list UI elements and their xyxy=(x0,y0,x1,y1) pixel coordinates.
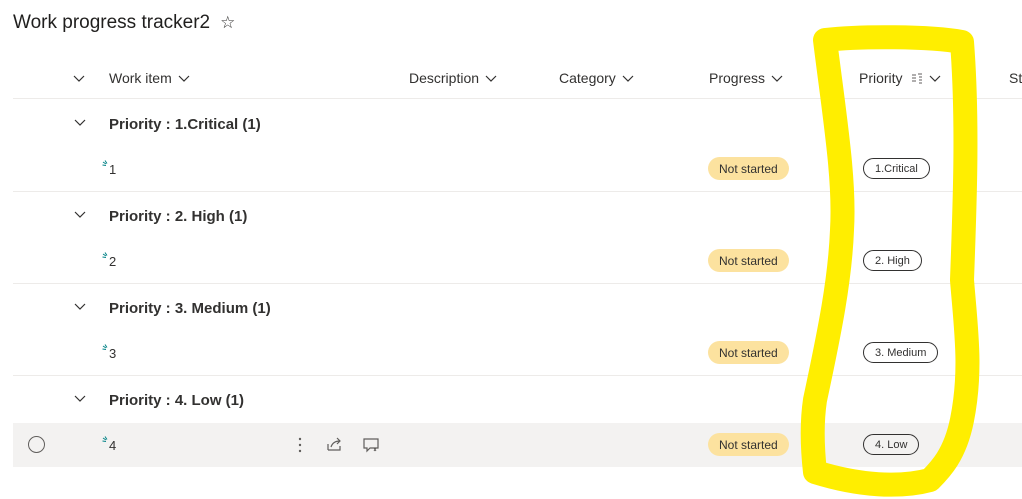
priority-badge: 4. Low xyxy=(863,434,920,455)
group-header-low: Priority : 4. Low (1) xyxy=(13,377,1022,423)
progress-badge: Not started xyxy=(708,433,789,456)
priority-badge: 1.Critical xyxy=(863,158,930,179)
group-by-icon xyxy=(911,72,923,84)
select-all-chevron-icon[interactable] xyxy=(73,60,85,96)
chevron-down-icon xyxy=(178,72,190,84)
priority-badge: 3. Medium xyxy=(863,342,939,363)
collapse-chevron-icon[interactable] xyxy=(73,115,87,129)
work-item-title[interactable]: 2 xyxy=(109,239,116,283)
column-header-label: Priority xyxy=(859,70,903,86)
column-header-row: Work item Description Category Progress … xyxy=(13,60,1022,99)
more-options-icon[interactable] xyxy=(290,435,310,455)
group-title: Priority : 3. Medium (1) xyxy=(109,299,271,317)
progress-badge: Not started xyxy=(708,341,789,364)
group-title: Priority : 1.Critical (1) xyxy=(109,115,261,133)
group-title: Priority : 2. High (1) xyxy=(109,207,248,225)
column-header-label: Progress xyxy=(709,70,766,86)
column-header-progress[interactable]: Progress xyxy=(709,60,783,96)
table-row[interactable]: 3 Not started 3. Medium xyxy=(13,331,1022,376)
column-header-description[interactable]: Description xyxy=(409,60,497,96)
chevron-down-icon xyxy=(485,72,497,84)
column-header-status[interactable]: St xyxy=(1009,60,1022,96)
group-header-medium: Priority : 3. Medium (1) xyxy=(13,285,1022,331)
column-header-priority[interactable]: Priority xyxy=(859,60,941,96)
priority-badge: 2. High xyxy=(863,250,922,271)
work-item-title[interactable]: 1 xyxy=(109,147,116,191)
table-row[interactable]: 2 Not started 2. High xyxy=(13,239,1022,284)
progress-badge: Not started xyxy=(708,249,789,272)
row-select-radio[interactable] xyxy=(28,436,45,453)
collapse-chevron-icon[interactable] xyxy=(73,299,87,313)
comment-icon[interactable] xyxy=(361,435,381,455)
group-header-critical: Priority : 1.Critical (1) xyxy=(13,101,1022,147)
collapse-chevron-icon[interactable] xyxy=(73,207,87,221)
collapse-chevron-icon[interactable] xyxy=(73,391,87,405)
star-icon[interactable]: ☆ xyxy=(220,13,235,33)
share-icon[interactable] xyxy=(325,435,345,455)
group-title: Priority : 4. Low (1) xyxy=(109,391,245,409)
table-row[interactable]: 1 Not started 1.Critical xyxy=(13,147,1022,192)
page-title: Work progress tracker2 xyxy=(13,12,211,33)
column-header-label: Work item xyxy=(109,70,172,86)
column-header-label: Description xyxy=(409,70,480,86)
chevron-down-icon xyxy=(771,72,783,84)
work-item-title[interactable]: 3 xyxy=(109,331,116,375)
column-header-label: Category xyxy=(559,70,616,86)
column-header-category[interactable]: Category xyxy=(559,60,634,96)
progress-badge: Not started xyxy=(708,157,789,180)
table-row[interactable]: 4 Not started 4. Low xyxy=(13,423,1022,467)
column-header-label: St xyxy=(1009,70,1022,86)
work-item-title[interactable]: 4 xyxy=(109,423,116,467)
column-header-work-item[interactable]: Work item xyxy=(109,60,190,96)
group-header-high: Priority : 2. High (1) xyxy=(13,193,1022,239)
chevron-down-icon xyxy=(929,72,941,84)
chevron-down-icon xyxy=(622,72,634,84)
list-title-bar: Work progress tracker2 ☆ xyxy=(13,9,235,37)
